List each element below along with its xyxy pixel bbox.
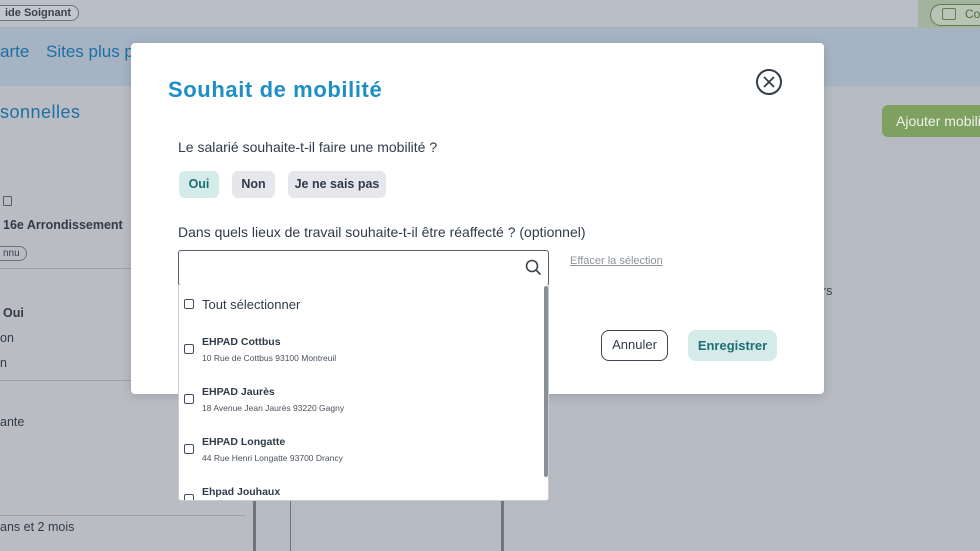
list-item[interactable]: EHPAD Jaurès 18 Avenue Jean Jaurès 93220…	[179, 378, 544, 428]
mobility-question: Le salarié souhaite-t-il faire une mobil…	[178, 139, 438, 155]
item-checkbox[interactable]	[184, 444, 194, 454]
choice-non[interactable]: Non	[232, 171, 275, 198]
search-icon	[525, 259, 542, 276]
choice-oui[interactable]: Oui	[179, 171, 219, 198]
close-button[interactable]	[756, 69, 782, 95]
copy-icon[interactable]	[3, 196, 12, 206]
workplace-question: Dans quels lieux de travail souhaite-t-i…	[178, 224, 586, 240]
item-address: 18 Avenue Jean Jaurès 93220 Gagny	[202, 403, 345, 413]
comment-button-label: Co	[965, 7, 980, 21]
item-address: 10 Rue de Cottbus 93100 Montreuil	[202, 353, 337, 363]
workplace-search-field[interactable]	[178, 250, 549, 286]
select-all-checkbox[interactable]	[184, 299, 194, 309]
save-button[interactable]: Enregistrer	[688, 330, 777, 361]
top-bar	[0, 0, 980, 28]
nav-item-sites[interactable]: Sites plus p	[46, 42, 134, 62]
nav-item-carte[interactable]: arte	[0, 42, 29, 62]
status-pill: nnu	[0, 246, 27, 261]
item-name: EHPAD Longatte	[202, 436, 286, 448]
choice-je-ne-sais-pas[interactable]: Je ne sais pas	[288, 171, 386, 198]
select-all-label: Tout sélectionner	[202, 297, 301, 312]
cancel-button[interactable]: Annuler	[601, 330, 668, 361]
list-item[interactable]: EHPAD Longatte 44 Rue Henri Longatte 937…	[179, 428, 544, 478]
row-value: on	[0, 331, 14, 345]
workplace-dropdown-list: Tout sélectionner EHPAD Cottbus 10 Rue d…	[178, 285, 549, 501]
item-checkbox[interactable]	[184, 494, 194, 500]
workplace-search-input[interactable]	[187, 251, 517, 283]
row-value: Oui	[3, 306, 24, 320]
item-address: 44 Rue Henri Longatte 93700 Drancy	[202, 453, 343, 463]
clear-selection-link[interactable]: Effacer la sélection	[570, 255, 663, 267]
select-all-option[interactable]: Tout sélectionner	[179, 285, 544, 323]
row-value: n	[0, 356, 7, 370]
divider	[0, 515, 245, 516]
item-name: EHPAD Jaurès	[202, 386, 275, 398]
item-checkbox[interactable]	[184, 394, 194, 404]
role-badge: ide Soignant	[0, 5, 79, 21]
list-item[interactable]: EHPAD Cottbus 10 Rue de Cottbus 93100 Mo…	[179, 328, 544, 378]
item-name: Ehpad Jouhaux	[202, 486, 281, 498]
row-value: ante	[0, 415, 25, 429]
close-icon	[763, 76, 775, 88]
section-title: sonnelles	[0, 102, 81, 122]
row-value: ans et 2 mois	[0, 520, 75, 534]
modal-title: Souhait de mobilité	[168, 77, 383, 102]
add-mobility-button[interactable]: Ajouter mobilit	[882, 105, 980, 137]
comment-icon	[942, 8, 956, 20]
item-name: EHPAD Cottbus	[202, 336, 281, 348]
address-text: 16e Arrondissement	[3, 218, 123, 232]
item-checkbox[interactable]	[184, 344, 194, 354]
list-item[interactable]: Ehpad Jouhaux	[179, 478, 544, 500]
dropdown-scrollbar[interactable]	[544, 286, 548, 477]
